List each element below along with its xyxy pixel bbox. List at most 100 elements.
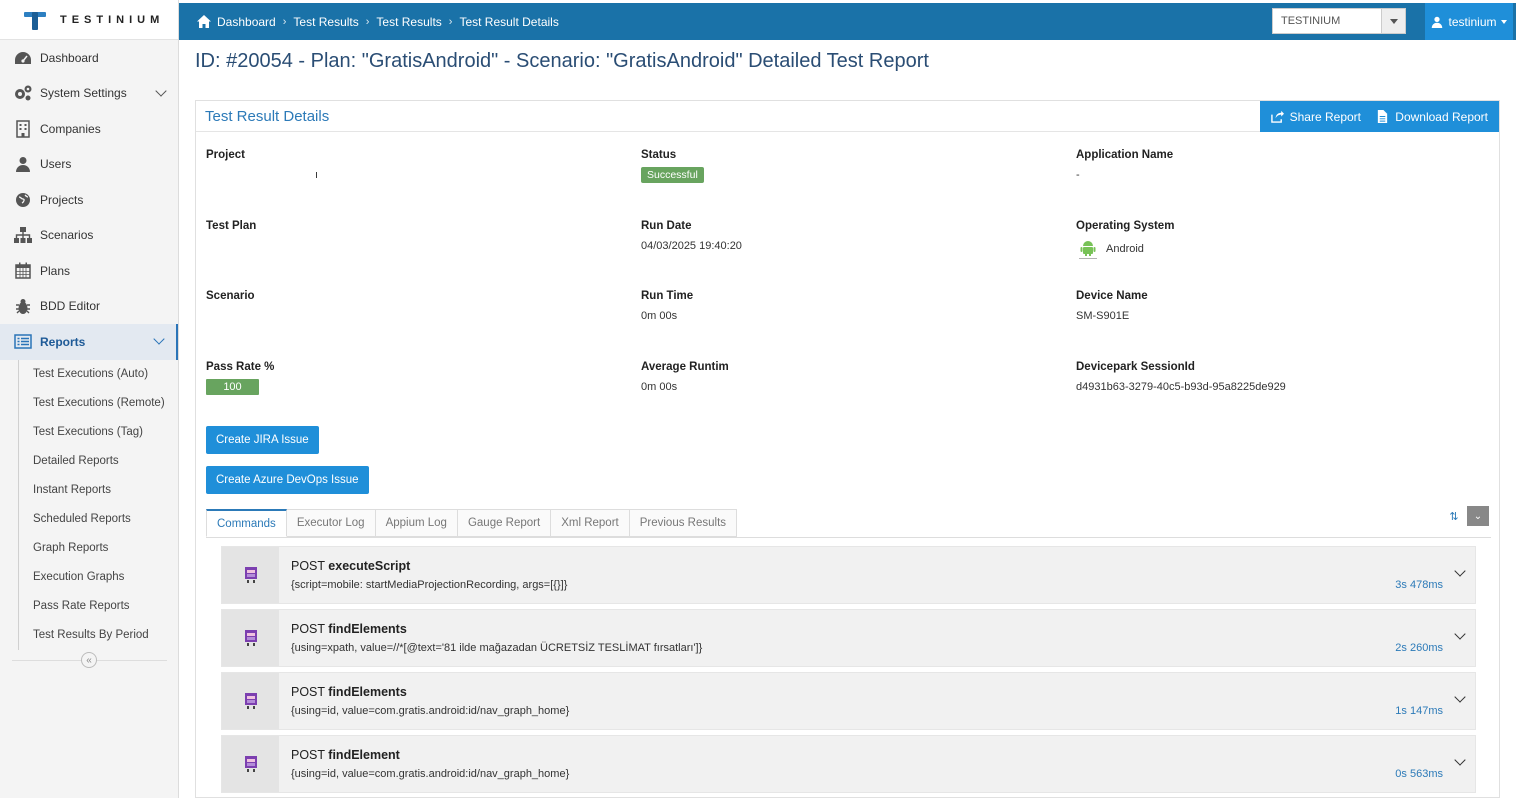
command-thumbnail: [222, 736, 279, 792]
tab-previous-results[interactable]: Previous Results: [629, 509, 738, 537]
sitemap-icon: [13, 226, 33, 244]
user-icon: [1432, 16, 1443, 28]
subnav-item[interactable]: Scheduled Reports: [19, 505, 178, 534]
panel-title: Test Result Details: [205, 107, 330, 125]
tab-commands[interactable]: Commands: [206, 509, 287, 537]
subnav-item[interactable]: Detailed Reports: [19, 447, 178, 476]
pass-rate-label: Pass Rate %: [206, 361, 275, 373]
gears-icon: [13, 84, 33, 102]
reports-subnav: Test Executions (Auto) Test Executions (…: [18, 359, 178, 650]
organization-select-value: TESTINIUM: [1281, 15, 1341, 27]
breadcrumb-test-results[interactable]: Test Results: [293, 15, 358, 29]
command-args: {using=id, value=com.gratis.android:id/n…: [291, 768, 570, 780]
sidebar-item-users[interactable]: Users: [0, 147, 178, 183]
user-menu-button[interactable]: testinium: [1425, 3, 1513, 40]
sidebar-item-label: Users: [40, 157, 72, 172]
command-args: {using=id, value=com.gratis.android:id/n…: [291, 705, 570, 717]
breadcrumb-separator-icon: ›: [282, 15, 287, 28]
chevron-down-icon[interactable]: [1454, 565, 1466, 577]
sidebar-item-projects[interactable]: Projects: [0, 182, 178, 218]
dashboard-icon: [13, 49, 33, 67]
organization-select[interactable]: TESTINIUM: [1272, 8, 1406, 34]
run-time-field: Run Time 0m 00s: [641, 290, 693, 322]
subnav-item[interactable]: Test Executions (Tag): [19, 418, 178, 447]
application-name-value: -: [1076, 169, 1080, 181]
command-duration: 2s 260ms: [1395, 642, 1443, 654]
command-row[interactable]: POST findElement {using=id, value=com.gr…: [221, 735, 1476, 793]
command-row[interactable]: POST findElements {using=id, value=com.g…: [221, 672, 1476, 730]
home-icon: [197, 15, 211, 28]
command-title: POST executeScript: [291, 559, 411, 573]
report-tabs: Commands Executor Log Appium Log Gauge R…: [206, 509, 738, 537]
run-time-label: Run Time: [641, 290, 694, 302]
tab-divider: [206, 537, 1491, 538]
subnav-item[interactable]: Pass Rate Reports: [19, 592, 178, 621]
create-jira-issue-button[interactable]: Create JIRA Issue: [206, 426, 319, 454]
subnav-item[interactable]: Instant Reports: [19, 476, 178, 505]
bug-icon: [13, 297, 33, 315]
share-report-button[interactable]: Share Report: [1259, 101, 1372, 132]
scenario-field: Scenario: [206, 290, 255, 310]
test-result-details-panel: Test Result Details Share Report Downloa…: [195, 100, 1500, 798]
run-date-field: Run Date 04/03/2025 19:40:20: [641, 220, 742, 252]
sidebar-item-label: Reports: [40, 334, 86, 349]
create-azure-devops-issue-button[interactable]: Create Azure DevOps Issue: [206, 466, 369, 494]
download-report-button[interactable]: Download Report: [1365, 101, 1499, 132]
command-title: POST findElements: [291, 622, 407, 636]
run-time-value: 0m 00s: [641, 310, 678, 322]
subnav-item[interactable]: Test Executions (Auto): [19, 360, 178, 389]
sidebar-item-system-settings[interactable]: System Settings: [0, 76, 178, 112]
command-thumbnail: [222, 547, 279, 603]
tab-gauge-report[interactable]: Gauge Report: [457, 509, 552, 537]
sidebar-item-label: BDD Editor: [40, 299, 101, 314]
logo[interactable]: TESTINIUM: [0, 0, 178, 40]
sidebar-item-scenarios[interactable]: Scenarios: [0, 218, 178, 254]
top-bar: Dashboard › Test Results › Test Results …: [179, 3, 1516, 40]
command-row[interactable]: POST findElements {using=xpath, value=//…: [221, 609, 1476, 667]
screenshot-icon: [244, 693, 257, 709]
devicepark-session-value: d4931b63-3279-40c5-b93d-95a8225de929: [1076, 381, 1286, 393]
tab-executor-log[interactable]: Executor Log: [286, 509, 376, 537]
project-label: Project: [206, 149, 245, 161]
subnav-item[interactable]: Graph Reports: [19, 534, 178, 563]
tab-appium-log[interactable]: Appium Log: [375, 509, 458, 537]
average-runtime-field: Average Runtim 0m 00s: [641, 361, 729, 393]
sidebar-item-reports[interactable]: Reports: [0, 324, 178, 360]
sidebar-item-companies[interactable]: Companies: [0, 111, 178, 147]
share-report-label: Share Report: [1289, 109, 1361, 124]
chevron-down-icon[interactable]: [1454, 754, 1466, 766]
list-icon: [13, 333, 33, 351]
sort-icon[interactable]: ⇅: [1443, 506, 1465, 526]
expand-all-icon[interactable]: ⌄: [1467, 506, 1489, 526]
chevron-down-icon[interactable]: [1454, 628, 1466, 640]
subnav-item[interactable]: Execution Graphs: [19, 563, 178, 592]
breadcrumb-current: Test Result Details: [459, 14, 559, 29]
application-name-label: Application Name: [1076, 149, 1174, 161]
file-icon: [1378, 110, 1388, 123]
collapse-sidebar-button[interactable]: «: [81, 652, 97, 668]
tab-xml-report[interactable]: Xml Report: [551, 509, 630, 537]
dropdown-caret-icon[interactable]: [1381, 9, 1405, 33]
logo-text: TESTINIUM: [60, 13, 165, 26]
breadcrumb-separator-icon: ›: [365, 15, 370, 28]
device-name-field: Device Name SM-S901E: [1076, 290, 1148, 322]
sidebar-item-plans[interactable]: Plans: [0, 253, 178, 289]
chevron-down-icon[interactable]: [1454, 691, 1466, 703]
breadcrumb-test-results-2[interactable]: Test Results: [376, 15, 441, 29]
sidebar-item-bdd-editor[interactable]: BDD Editor: [0, 289, 178, 325]
globe-icon: [13, 191, 33, 209]
operating-system-field: Operating System Android: [1076, 220, 1174, 260]
test-plan-field: Test Plan: [206, 220, 256, 240]
command-thumbnail: [222, 673, 279, 729]
download-report-label: Download Report: [1395, 109, 1488, 124]
screenshot-icon: [244, 630, 257, 646]
sidebar-item-dashboard[interactable]: Dashboard: [0, 40, 178, 76]
subnav-item[interactable]: Test Results By Period: [19, 621, 178, 650]
run-date-value: 04/03/2025 19:40:20: [641, 240, 742, 252]
page-title: ID: #20054 - Plan: "GratisAndroid" - Sce…: [195, 50, 929, 72]
share-icon: [1270, 110, 1284, 123]
breadcrumb-dashboard[interactable]: Dashboard: [217, 15, 276, 29]
command-row[interactable]: POST executeScript {script=mobile: start…: [221, 546, 1476, 604]
subnav-item[interactable]: Test Executions (Remote): [19, 389, 178, 418]
sidebar-item-label: Projects: [40, 192, 84, 207]
